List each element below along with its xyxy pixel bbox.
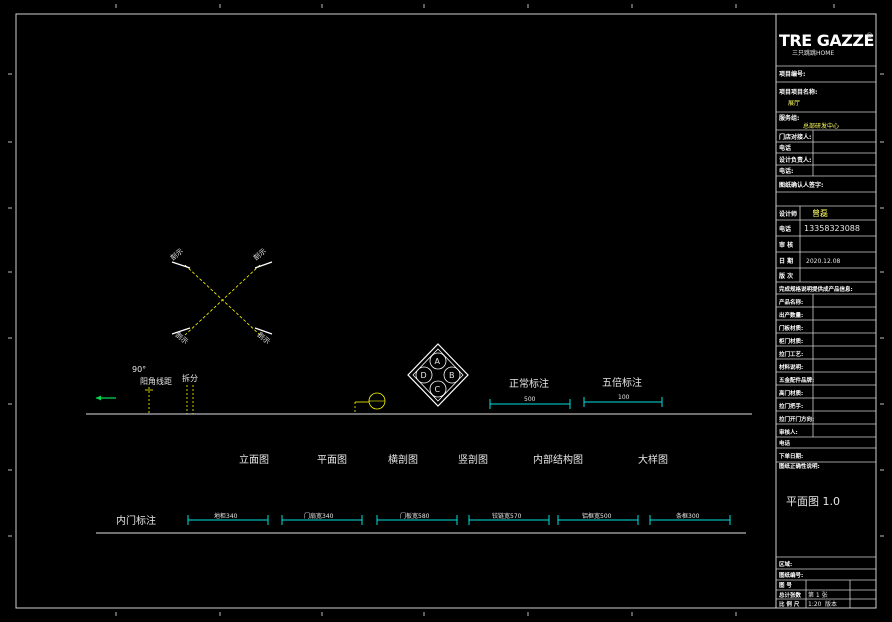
inner-dim-value: 铝框宽500 [582,512,612,520]
date-label: 日 期 [779,257,793,265]
five-dim-label: 五倍标注 [602,376,642,389]
designer-value: 曾磊 [812,208,828,218]
project-name-value: 展厅 [788,100,800,107]
section-cross-symbol: 剖示 剖示 剖示 剖示 [168,246,273,346]
section-arrow [171,261,191,269]
figure-number-label: 图 号 [779,581,792,589]
drawing-number-label: 图纸编号: [779,571,803,579]
view-name: 横剖图 [388,453,418,466]
inner-dims-label: 内门标注 [116,514,156,527]
product-row: 电话 [779,439,791,447]
service-label: 服务组: [779,114,799,122]
inner-door-dimensions: 内门标注 地柜340 门扇宽340 门板宽580 铰链宽570 铝框宽500 条… [96,512,746,534]
inner-dim-value: 地柜340 [214,512,238,520]
revision-label: 版 次 [778,272,793,280]
view-name: 立面图 [239,453,269,466]
brand-subtitle: 三只跳跳HOME [792,49,834,57]
angle-symbol: 90° 阳角线距 [132,365,172,414]
review-label: 审 核 [779,241,793,249]
abcd-section-symbol: A B C D [407,343,469,407]
product-row: 下单日期: [779,452,803,460]
angle-label: 阳角线距 [140,376,172,386]
sales-phone-label: 电话 [779,144,791,152]
product-row: 门板材质: [779,324,803,332]
approve-signature-label: 图纸确认人签字: [779,181,823,189]
service-value: 总部研发中心 [803,122,839,130]
normal-dim-value: 500 [524,396,536,403]
hex-letter: D [421,371,427,380]
section-label: 剖示 [256,330,273,346]
product-row: 五金配件品牌: [779,376,814,384]
view-name: 大样图 [638,453,668,466]
five-dim-value: 100 [618,394,630,401]
cad-drawing-canvas[interactable]: TRE GAZZE ® 三只跳跳HOME 项目编号: 项目项目名称: 展厅 服务… [0,0,892,622]
project-name-label: 项目项目名称: [779,88,817,96]
version-value: 版本 [825,600,837,608]
hex-letter: A [435,357,441,366]
sheet-count-value: 第 1 张 [808,591,828,599]
view-names: 立面图 平面图 横剖图 竖剖图 内部结构图 大样图 [239,453,668,466]
hex-letter: C [435,385,441,394]
section-label: 剖示 [251,246,268,262]
product-row: 拉门开门方向: [779,415,814,423]
product-header: 完成规格说明提供成产品信息: [779,285,853,293]
registered-mark: ® [866,32,873,40]
sales-contact-label: 门店对接人: [779,133,811,141]
product-rows: 产品名称: 出产数量: 门板材质: 柜门材质: 拉门工艺: 材料说明: 五金配件… [778,298,820,470]
inner-dim-value: 门扇宽340 [304,512,334,520]
design-manager-phone-label: 电话: [779,167,793,175]
design-manager-label: 设计负责人: [779,156,811,164]
view-name: 竖剖图 [458,453,488,466]
product-row: 高门材质: [779,389,803,397]
angle-value: 90° [132,365,146,374]
product-row: 出产数量: [779,311,803,319]
normal-dimension: 正常标注 500 [489,377,571,409]
product-row: 拉门把手: [779,402,803,410]
five-times-dimension: 五倍标注 100 [583,376,663,407]
section-arrow [254,261,273,269]
hex-letter: B [449,371,455,380]
project-number-label: 项目编号: [779,70,805,78]
area-label: 区域: [779,560,792,568]
scale-value: 1:20 [808,601,822,608]
date-value: 2020.12.08 [806,258,841,265]
scale-label: 比 例 尺 [779,600,800,608]
view-name: 平面图 [317,454,347,466]
product-row: 产品名称: [779,298,803,306]
title-block: TRE GAZZE ® 三只跳跳HOME 项目编号: 项目项目名称: 展厅 服务… [776,31,876,608]
drawing-title: 平面图 1.0 [786,495,840,508]
green-arrow-marker [96,395,116,401]
sheet-count-label: 总计张数 [779,591,802,599]
split-label: 拆分 [182,373,198,383]
inner-dim-value: 门板宽580 [400,512,430,520]
inner-dim-value: 条框300 [676,512,700,520]
product-row: 柜门材质: [778,337,803,345]
product-row: 图纸正确性说明: [779,462,820,470]
detail-circle-marker [354,392,386,414]
product-row: 审核人: [779,428,798,436]
section-label: 剖示 [168,246,185,262]
phone-label: 电话 [779,225,791,233]
normal-dim-label: 正常标注 [509,377,549,390]
view-name: 内部结构图 [533,453,583,466]
split-symbol: 拆分 [182,373,198,414]
inner-dim-value: 铰链宽570 [492,512,522,520]
phone-value: 13358323088 [804,224,860,233]
designer-label: 设计师 [779,210,797,218]
brand-logo: TRE GAZZE [779,31,874,50]
product-row: 材料说明: [779,363,803,371]
product-row: 拉门工艺: [779,350,803,358]
